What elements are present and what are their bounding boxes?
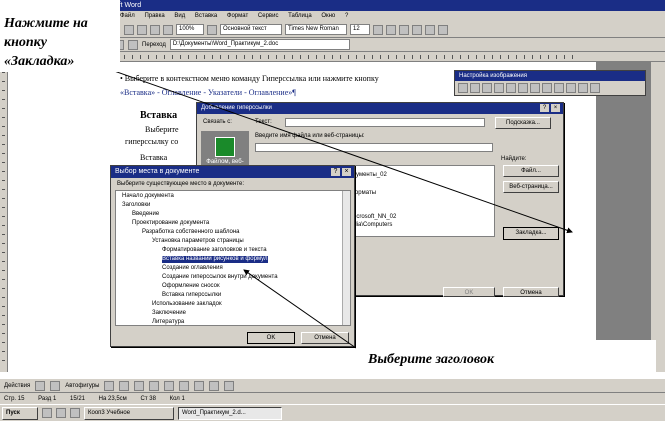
start-button[interactable]: Пуск: [2, 406, 38, 420]
rotate-icon[interactable]: [50, 380, 61, 391]
status-section: Разд 1: [38, 396, 57, 402]
taskbar: Пуск Кооп3 Учебное Word_Практикум_2.d...: [0, 404, 665, 421]
line-color-icon[interactable]: [209, 380, 220, 391]
taskbar-item-word[interactable]: Word_Практикум_2.d...: [178, 406, 282, 420]
textbox-icon[interactable]: [164, 380, 175, 391]
font-color-icon[interactable]: [224, 380, 235, 391]
annotation-select-heading: Выберите заголовок: [368, 352, 495, 367]
rectangle-icon[interactable]: [134, 380, 145, 391]
annotation-bookmark-hint: Нажмите на кнопку «Закладка»: [4, 16, 88, 69]
oval-icon[interactable]: [149, 380, 160, 391]
quicklaunch-icon[interactable]: [70, 408, 80, 418]
status-pages: 15/21: [69, 396, 85, 402]
drawing-toolbar: Действия Автофигуры: [0, 378, 665, 392]
line-icon[interactable]: [104, 380, 115, 391]
wordart-icon[interactable]: [179, 380, 190, 391]
select-objects-icon[interactable]: [35, 380, 46, 391]
taskbar-item-folder[interactable]: Кооп3 Учебное: [84, 406, 174, 420]
quicklaunch-icon[interactable]: [56, 408, 66, 418]
status-line: Ст 38: [140, 396, 156, 402]
arrow-icon[interactable]: [119, 380, 130, 391]
status-position: На 23,5см: [98, 396, 127, 402]
actions-menu[interactable]: Действия: [4, 383, 30, 389]
arrow-to-bookmark-button: [99, 65, 573, 234]
quicklaunch-icon[interactable]: [42, 408, 52, 418]
status-bar: Стр. 15 Разд 1 15/21 На 23,5см Ст 38 Кол…: [0, 392, 665, 404]
status-column: Кол 1: [169, 396, 185, 402]
autoshapes-menu[interactable]: Автофигуры: [65, 383, 99, 389]
fill-color-icon[interactable]: [194, 380, 205, 391]
arrow-to-selected-heading: [243, 269, 357, 349]
status-page: Стр. 15: [4, 396, 25, 402]
